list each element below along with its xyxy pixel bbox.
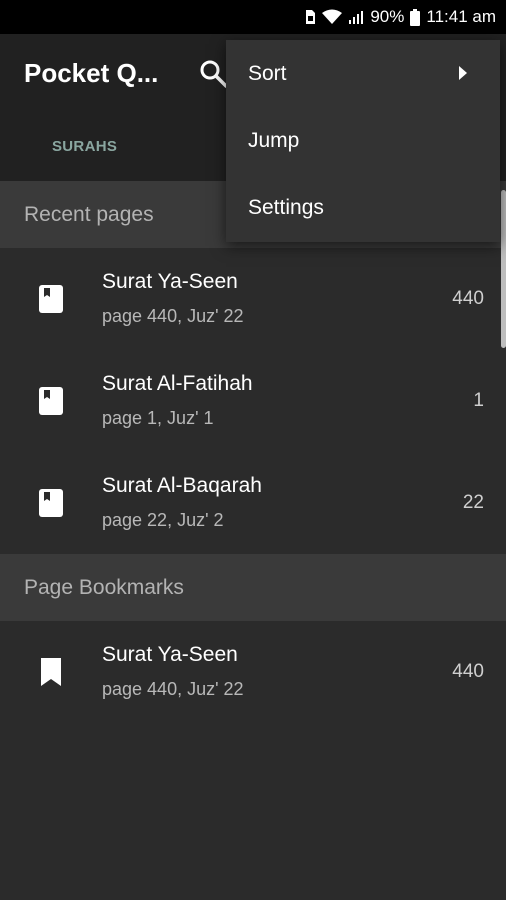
- item-title: Surat Al-Baqarah: [102, 474, 262, 497]
- scrollbar-thumb[interactable]: [501, 190, 506, 348]
- book-page-icon: [39, 387, 63, 415]
- menu-item-label: Sort: [248, 61, 287, 85]
- chevron-right-icon: [459, 66, 467, 80]
- item-subtitle: page 440, Juz' 22: [102, 679, 244, 699]
- menu-item-jump[interactable]: Jump: [226, 107, 500, 174]
- tab-surahs[interactable]: SURAHS: [52, 138, 117, 155]
- menu-item-label: Settings: [248, 195, 324, 219]
- item-page-number: 22: [462, 492, 484, 513]
- recent-page-item[interactable]: Surat Al-Fatihah page 1, Juz' 1 1: [0, 350, 506, 452]
- recent-page-item[interactable]: Surat Al-Baqarah page 22, Juz' 2 22: [0, 452, 506, 554]
- section-header-bookmarks: Page Bookmarks: [0, 554, 506, 621]
- status-bar: 90% 11:41 am: [0, 0, 506, 34]
- item-title: Surat Ya-Seen: [102, 643, 238, 666]
- menu-item-label: Jump: [248, 128, 300, 152]
- item-page-number: 440: [452, 661, 484, 682]
- item-title: Surat Ya-Seen: [102, 270, 238, 293]
- clock: 11:41 am: [426, 7, 496, 26]
- menu-item-sort[interactable]: Sort: [226, 40, 500, 107]
- content-list: Recent pages Surat Ya-Seen page 440, Juz…: [0, 181, 506, 723]
- item-subtitle: page 440, Juz' 22: [102, 306, 244, 326]
- item-subtitle: page 22, Juz' 2: [102, 510, 224, 530]
- item-page-number: 440: [452, 288, 484, 309]
- bookmark-item[interactable]: Surat Ya-Seen page 440, Juz' 22 440: [0, 621, 506, 723]
- item-page-number: 1: [473, 390, 484, 411]
- battery-icon: [410, 8, 421, 26]
- wifi-icon: [322, 9, 343, 25]
- book-page-icon: [39, 489, 63, 517]
- battery-percent: 90%: [370, 7, 405, 26]
- signal-icon: [348, 9, 364, 25]
- menu-item-settings[interactable]: Settings: [226, 174, 500, 241]
- recent-page-item[interactable]: Surat Ya-Seen page 440, Juz' 22 440: [0, 248, 506, 350]
- item-subtitle: page 1, Juz' 1: [102, 408, 214, 428]
- app-title: Pocket Q...: [24, 58, 159, 88]
- item-title: Surat Al-Fatihah: [102, 372, 253, 395]
- sim-icon: [304, 9, 316, 25]
- book-page-icon: [39, 285, 63, 313]
- overflow-menu: Sort Jump Settings: [226, 40, 500, 242]
- bookmark-icon: [41, 658, 61, 686]
